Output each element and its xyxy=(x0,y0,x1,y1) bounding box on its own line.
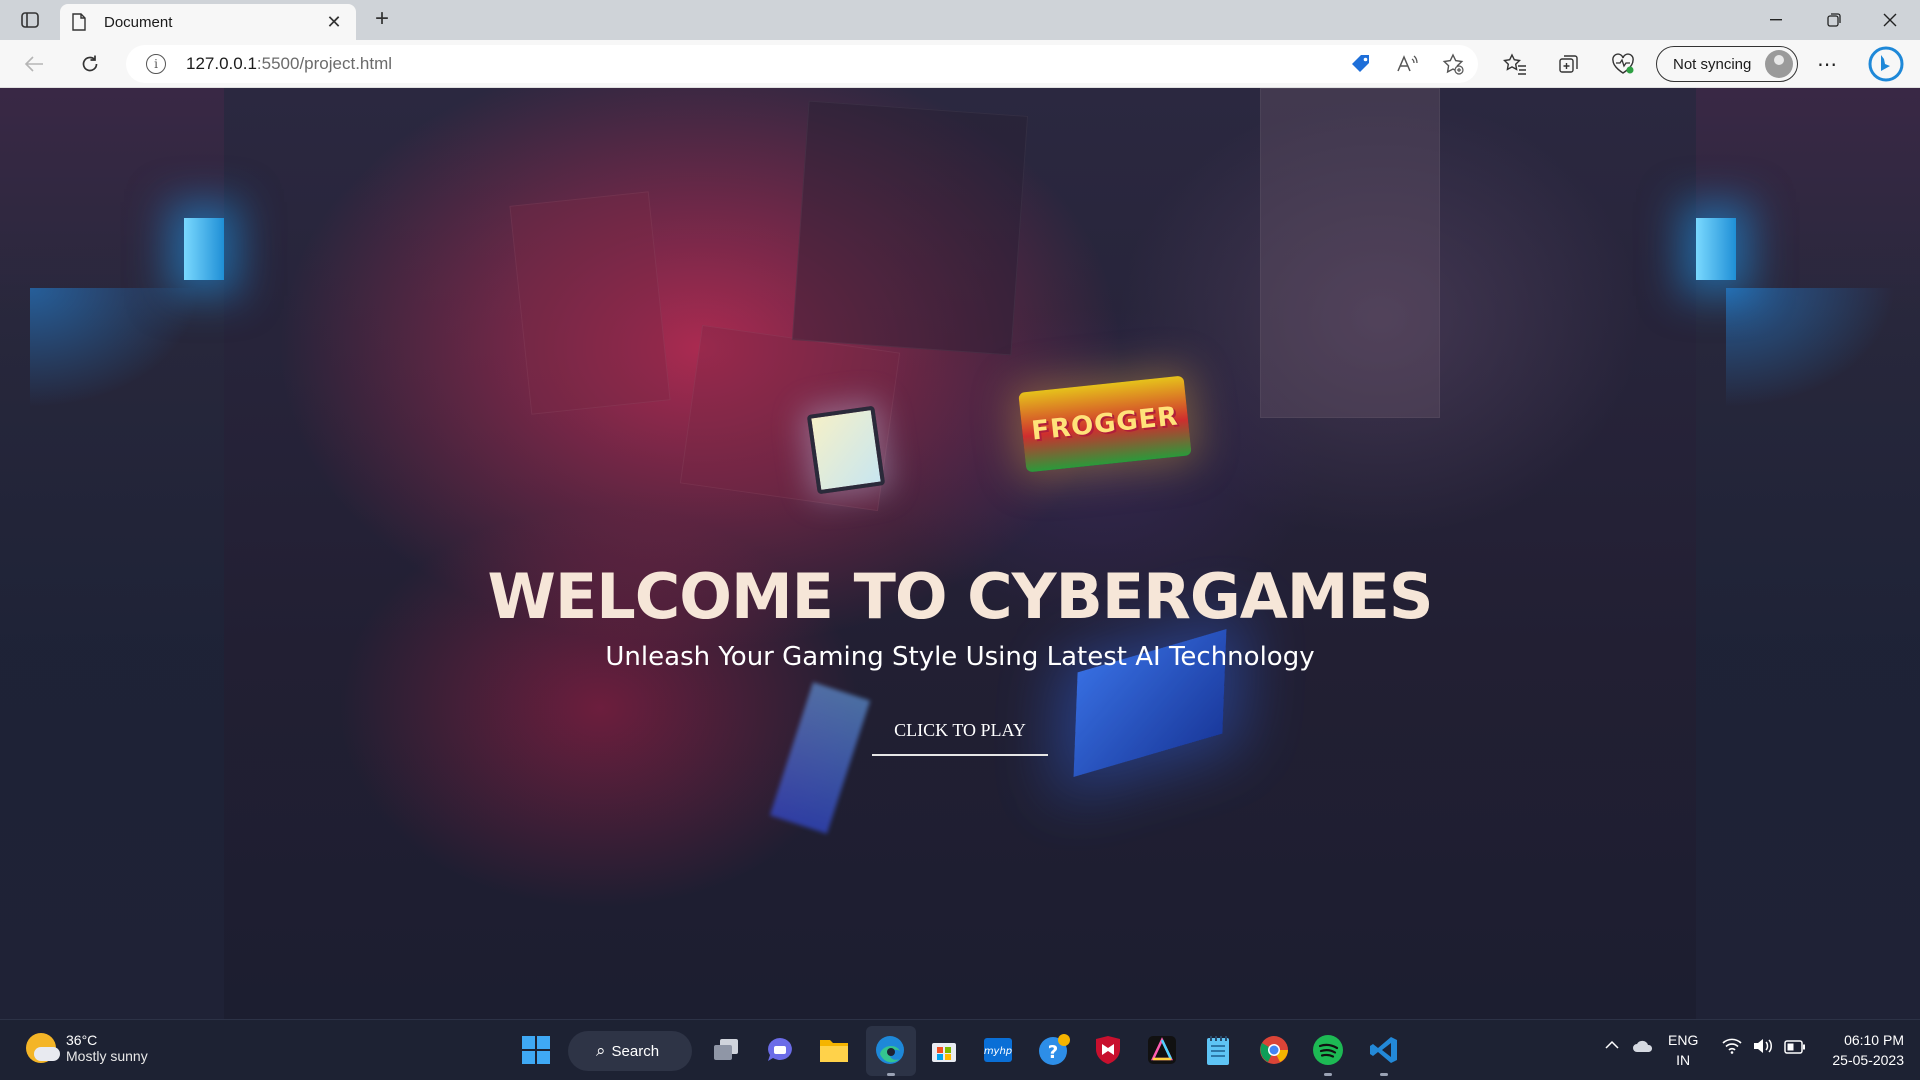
page-viewport: FROGGER WELCOME TO CYBERGAMES Unleash Yo… xyxy=(0,88,1920,1019)
sync-status-button[interactable]: Not syncing xyxy=(1656,46,1798,82)
vscode-running-indicator xyxy=(1380,1073,1388,1076)
windows-taskbar: 36°C Mostly sunny ⌕ Search myhp ? ENG IN… xyxy=(0,1019,1920,1080)
search-icon: ⌕ xyxy=(596,1041,606,1060)
wifi-icon[interactable] xyxy=(1722,1038,1742,1059)
onedrive-icon[interactable] xyxy=(1632,1038,1654,1059)
help-icon[interactable]: ? xyxy=(1036,1032,1072,1068)
edge-icon[interactable] xyxy=(872,1032,908,1068)
shopping-tag-icon[interactable] xyxy=(1346,49,1376,79)
document-icon xyxy=(72,13,90,31)
chrome-icon[interactable] xyxy=(1256,1032,1292,1068)
start-icon[interactable] xyxy=(518,1032,554,1068)
read-aloud-icon[interactable] xyxy=(1392,49,1422,79)
close-window-icon[interactable] xyxy=(1862,0,1918,40)
volume-icon[interactable] xyxy=(1752,1038,1774,1059)
weather-sun-icon xyxy=(26,1033,60,1063)
battery-icon[interactable] xyxy=(1784,1039,1806,1059)
new-tab-button[interactable]: + xyxy=(368,6,396,34)
site-info-icon[interactable]: i xyxy=(146,54,166,74)
click-to-play-button[interactable]: CLICK TO PLAY xyxy=(872,708,1048,756)
url-path: :5500/project.html xyxy=(256,54,393,73)
sync-label: Not syncing xyxy=(1673,55,1752,73)
notepad-icon[interactable] xyxy=(1200,1032,1236,1068)
refresh-icon[interactable] xyxy=(72,48,108,80)
spotify-running-indicator xyxy=(1324,1073,1332,1076)
file-explorer-icon[interactable] xyxy=(816,1032,852,1068)
mcafee-icon[interactable] xyxy=(1090,1032,1126,1068)
browser-essentials-icon[interactable] xyxy=(1608,49,1638,79)
collections-icon[interactable] xyxy=(1554,49,1584,79)
tab-title: Document xyxy=(104,13,173,31)
svg-text:?: ? xyxy=(1048,1042,1058,1063)
region-code: IN xyxy=(1676,1052,1691,1068)
restore-icon[interactable] xyxy=(1806,0,1862,40)
show-hidden-icons[interactable] xyxy=(1604,1036,1620,1056)
back-icon[interactable] xyxy=(16,48,52,80)
language-code: ENG xyxy=(1668,1032,1699,1048)
url-host: 127.0.0.1 xyxy=(186,54,257,73)
language-indicator[interactable]: ENG IN xyxy=(1668,1030,1698,1070)
svg-text:myhp: myhp xyxy=(984,1046,1012,1057)
search-label: Search xyxy=(611,1042,660,1060)
add-favorite-icon[interactable] xyxy=(1438,49,1468,79)
microsoft-store-icon[interactable] xyxy=(926,1032,962,1068)
weather-widget[interactable]: 36°C Mostly sunny xyxy=(26,1032,148,1064)
edge-running-indicator xyxy=(887,1073,895,1076)
tab-close-icon[interactable]: ✕ xyxy=(324,12,344,33)
weather-temperature: 36°C xyxy=(66,1032,98,1048)
clock-date: 25-05-2023 xyxy=(1832,1052,1904,1068)
vscode-icon[interactable] xyxy=(1366,1032,1402,1068)
myhp-icon[interactable]: myhp xyxy=(980,1032,1016,1068)
hero-subtitle: Unleash Your Gaming Style Using Latest A… xyxy=(605,642,1315,672)
hero-section: WELCOME TO CYBERGAMES Unleash Your Gamin… xyxy=(0,88,1920,1019)
favorites-icon[interactable] xyxy=(1500,49,1530,79)
browser-toolbar: i 127.0.0.1:5500/project.html Not syncin… xyxy=(0,40,1920,88)
address-bar[interactable]: i 127.0.0.1:5500/project.html xyxy=(126,45,1478,83)
bing-chat-icon[interactable] xyxy=(1866,44,1906,84)
teams-chat-icon[interactable] xyxy=(762,1032,798,1068)
browser-tab-bar: Document ✕ + xyxy=(0,0,1920,40)
profile-avatar xyxy=(1765,50,1793,78)
weather-condition: Mostly sunny xyxy=(66,1048,148,1064)
task-view-icon[interactable] xyxy=(708,1032,744,1068)
affinity-icon[interactable] xyxy=(1144,1032,1180,1068)
tab-actions-icon[interactable] xyxy=(16,8,44,32)
browser-tab[interactable]: Document ✕ xyxy=(60,4,356,40)
spotify-icon[interactable] xyxy=(1310,1032,1346,1068)
hero-title: WELCOME TO CYBERGAMES xyxy=(487,560,1434,633)
taskbar-search[interactable]: ⌕ Search xyxy=(568,1031,692,1071)
minimize-icon[interactable] xyxy=(1748,0,1804,40)
system-clock[interactable]: 06:10 PM 25-05-2023 xyxy=(1832,1030,1904,1070)
more-menu-icon[interactable]: ⋯ xyxy=(1812,49,1842,79)
clock-time: 06:10 PM xyxy=(1844,1032,1904,1048)
